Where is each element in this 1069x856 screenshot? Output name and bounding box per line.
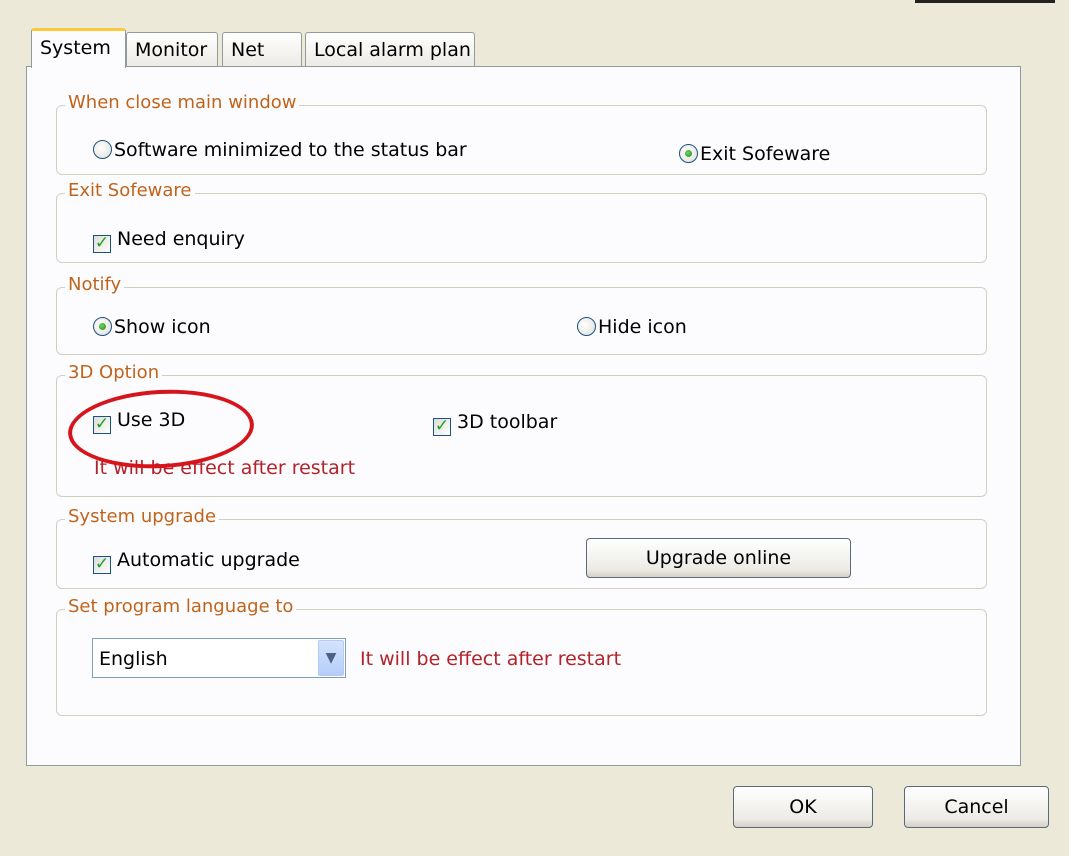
radio-unselected-icon — [577, 317, 596, 336]
3d-option-group-title: 3D Option — [65, 362, 163, 383]
tab-local-alarm-plan[interactable]: Local alarm plan — [305, 32, 475, 66]
checkmark-icon: ✓ — [93, 233, 111, 253]
hide-icon-radio[interactable]: Hide icon — [577, 316, 687, 338]
exit-software-radio[interactable]: Exit Sofeware — [679, 143, 830, 165]
cancel-button[interactable]: Cancel — [904, 786, 1049, 828]
minimize-to-status-bar-radio[interactable]: Software minimized to the status bar — [93, 139, 467, 161]
system-upgrade-group-title: System upgrade — [65, 506, 220, 527]
close-window-group-title: When close main window — [65, 92, 300, 113]
radio-selected-icon — [93, 317, 112, 336]
exit-software-group-title: Exit Sofeware — [65, 180, 195, 201]
radio-unselected-icon — [93, 140, 112, 159]
language-group-title: Set program language to — [65, 596, 297, 617]
chevron-down-icon[interactable]: ▼ — [318, 640, 344, 676]
3d-toolbar-label: 3D toolbar — [457, 411, 558, 433]
tab-net[interactable]: Net — [222, 32, 302, 66]
window-top-edge — [0, 0, 1069, 6]
automatic-upgrade-label: Automatic upgrade — [117, 549, 300, 571]
use-3d-checkbox[interactable]: ✓ Use 3D — [93, 409, 185, 434]
language-restart-note: It will be effect after restart — [360, 648, 622, 670]
radio-selected-icon — [679, 144, 698, 163]
3d-restart-note: It will be effect after restart — [94, 457, 356, 479]
hide-icon-label: Hide icon — [598, 316, 687, 338]
language-select[interactable]: English ▼ — [92, 638, 346, 678]
tab-local-alarm-plan-label: Local alarm plan — [314, 39, 471, 61]
ok-button[interactable]: OK — [733, 786, 873, 828]
3d-toolbar-checkbox[interactable]: ✓ 3D toolbar — [433, 411, 557, 436]
checkmark-icon: ✓ — [433, 416, 451, 436]
automatic-upgrade-checkbox[interactable]: ✓ Automatic upgrade — [93, 549, 300, 574]
minimize-to-status-bar-label: Software minimized to the status bar — [114, 139, 467, 161]
upgrade-online-button[interactable]: Upgrade online — [586, 538, 851, 578]
tab-system-label: System — [40, 37, 111, 59]
need-enquiry-checkbox[interactable]: ✓ Need enquiry — [93, 228, 245, 253]
show-icon-label: Show icon — [114, 316, 211, 338]
tab-monitor-label: Monitor — [135, 39, 208, 61]
use-3d-label: Use 3D — [117, 409, 186, 431]
show-icon-radio[interactable]: Show icon — [93, 316, 211, 338]
checkmark-icon: ✓ — [93, 554, 111, 574]
notify-group-title: Notify — [65, 274, 125, 295]
checkmark-icon: ✓ — [93, 414, 111, 434]
need-enquiry-label: Need enquiry — [117, 228, 245, 250]
tab-net-label: Net — [231, 39, 265, 61]
tab-system[interactable]: System — [31, 28, 126, 68]
exit-software-radio-label: Exit Sofeware — [700, 143, 831, 165]
tab-monitor[interactable]: Monitor — [126, 32, 218, 66]
language-select-value: English — [99, 648, 168, 670]
title-bar-fragment — [915, 0, 1055, 3]
